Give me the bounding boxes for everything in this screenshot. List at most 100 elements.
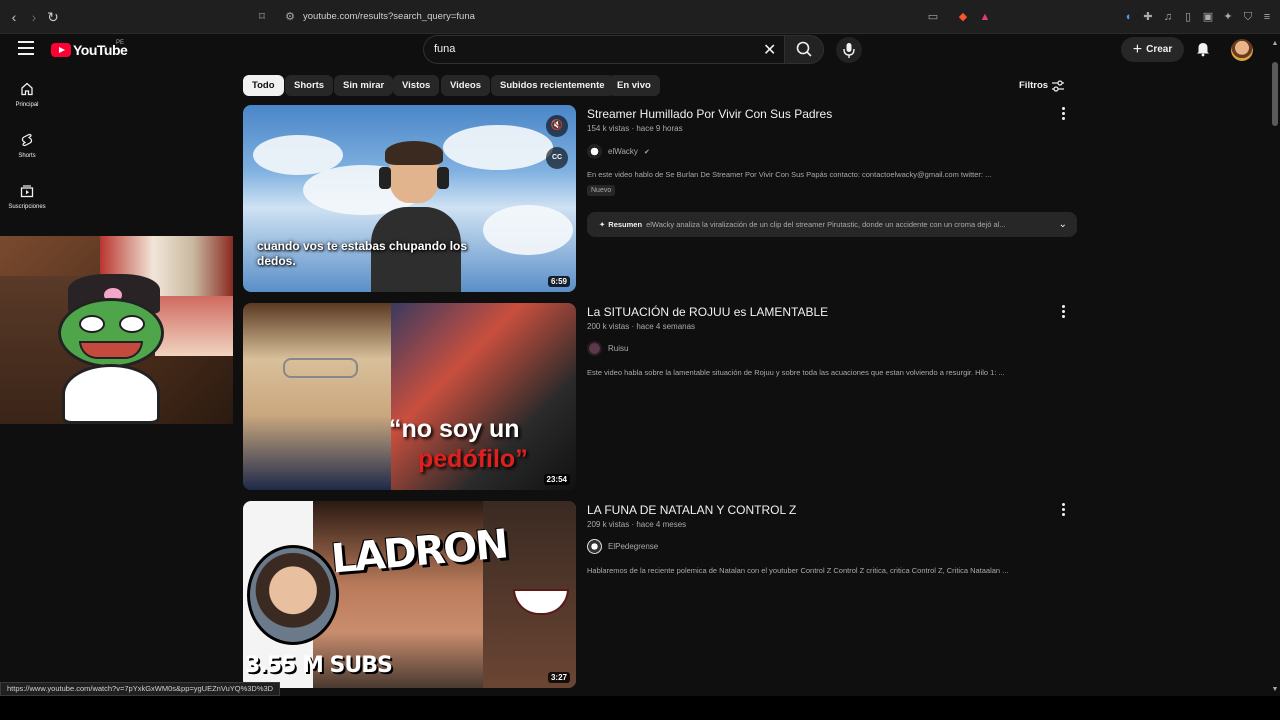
- sidebar-item-home[interactable]: Principal: [0, 82, 54, 108]
- video-thumbnail[interactable]: LADRON 3.55 M SUBS 3:27: [243, 501, 576, 688]
- more-actions-icon[interactable]: [1060, 503, 1066, 518]
- menu-icon[interactable]: [18, 41, 34, 55]
- account-avatar[interactable]: [1231, 39, 1253, 61]
- search-value[interactable]: funa: [434, 43, 455, 55]
- plus-icon: +: [1132, 40, 1143, 58]
- search-icon: [796, 41, 812, 57]
- rewards-icon[interactable]: ▲: [978, 10, 992, 24]
- mic-icon: [843, 43, 855, 58]
- summary-label: Resumen: [608, 220, 643, 229]
- link-status-bar: https://www.youtube.com/watch?v=7pYxkGxW…: [0, 682, 281, 696]
- voice-search-button[interactable]: [836, 37, 862, 63]
- video-description: Hablaremos de la reciente polemica de Na…: [587, 566, 1009, 575]
- channel-avatar[interactable]: [587, 539, 602, 554]
- chip-all[interactable]: Todo: [243, 75, 284, 96]
- url-text[interactable]: youtube.com/results?search_query=funa: [303, 11, 475, 22]
- webcam-poster: [155, 296, 233, 356]
- chip-videos[interactable]: Videos: [441, 75, 490, 96]
- browser-menu-icon[interactable]: ≡: [1260, 10, 1274, 24]
- chip-recently-uploaded[interactable]: Subidos recientemente: [491, 75, 614, 96]
- thumbnail-text-subs: 3.55 M SUBS: [245, 653, 393, 678]
- thumbnail-text-bottom: pedófilo”: [418, 445, 528, 473]
- wallet-icon[interactable]: ▣: [1201, 10, 1215, 24]
- create-label: Crear: [1146, 44, 1173, 55]
- sparkle-icon: ✦: [599, 220, 606, 229]
- subscriptions-icon: [20, 185, 34, 198]
- channel-link[interactable]: Ruisu: [587, 341, 628, 356]
- channel-name[interactable]: elWacky: [608, 147, 638, 156]
- home-icon: [21, 82, 33, 96]
- verified-icon: ✔: [643, 148, 650, 156]
- thumbnail-left-photo: [243, 303, 393, 490]
- cast-icon[interactable]: ▭: [926, 10, 940, 24]
- thumbnail-text-top: “no soy un: [389, 415, 520, 443]
- scrollbar-thumb[interactable]: [1272, 62, 1278, 126]
- webcam-overlay: [0, 236, 233, 424]
- sidebar-item-label: Principal: [15, 102, 39, 108]
- filters-icon[interactable]: [1051, 79, 1065, 93]
- sidebar-item-label: Shorts: [18, 153, 36, 159]
- chip-live[interactable]: En vivo: [608, 75, 660, 96]
- notifications-icon[interactable]: [1195, 41, 1211, 57]
- video-duration: 6:59: [547, 276, 570, 287]
- chip-shorts[interactable]: Shorts: [285, 75, 334, 96]
- music-icon[interactable]: ♫: [1161, 10, 1175, 24]
- leo-icon[interactable]: ✦: [1221, 10, 1235, 24]
- video-duration: 23:54: [543, 474, 570, 485]
- video-meta: 200 k vistas · hace 4 semanas: [587, 322, 696, 331]
- search-button[interactable]: [784, 35, 824, 64]
- chevron-down-icon[interactable]: ⌄: [1059, 219, 1067, 230]
- video-meta: 154 k vistas · hace 9 horas: [587, 124, 683, 133]
- bookmark-icon[interactable]: ⌑: [255, 10, 269, 24]
- channel-link[interactable]: ElPedegrense: [587, 539, 658, 554]
- more-actions-icon[interactable]: [1060, 305, 1066, 320]
- clear-search-icon[interactable]: ✕: [763, 40, 776, 60]
- video-title[interactable]: Streamer Humillado Por Vivir Con Sus Pad…: [587, 107, 832, 121]
- channel-link[interactable]: elWacky ✔: [587, 144, 650, 159]
- reload-icon[interactable]: ↻: [45, 9, 61, 25]
- channel-avatar[interactable]: [587, 341, 602, 356]
- bottom-bar: [0, 696, 1280, 720]
- scroll-down-icon[interactable]: ▼: [1271, 686, 1279, 693]
- video-thumbnail[interactable]: cuando vos te estabas chupando los dedos…: [243, 105, 576, 292]
- filters-button[interactable]: Filtros: [1019, 80, 1048, 91]
- site-settings-icon[interactable]: ⚙: [283, 10, 297, 24]
- sidebar-item-shorts[interactable]: Shorts: [0, 133, 54, 159]
- avatar-body: [62, 364, 160, 424]
- chip-watched[interactable]: Vistos: [393, 75, 440, 96]
- more-actions-icon[interactable]: [1060, 107, 1066, 122]
- chip-unwatched[interactable]: Sin mirar: [334, 75, 394, 96]
- streamer-figure: [371, 141, 461, 292]
- thumbnail-circle-portrait: [247, 545, 339, 645]
- video-title[interactable]: La SITUACIÓN de ROJUU es LAMENTABLE: [587, 305, 828, 319]
- forward-icon[interactable]: ›: [26, 9, 42, 25]
- extension-icon[interactable]: ◖: [1121, 10, 1135, 24]
- pepe-avatar: [58, 298, 164, 368]
- video-description: En este video hablo de Se Burlan De Stre…: [587, 170, 992, 179]
- video-duration: 3:27: [547, 672, 570, 683]
- sidebar-item-subscriptions[interactable]: Suscripciones: [0, 184, 54, 210]
- back-icon[interactable]: ‹: [6, 9, 22, 25]
- logo-country: PE: [116, 40, 125, 46]
- channel-name[interactable]: ElPedegrense: [608, 542, 658, 551]
- scroll-up-icon[interactable]: ▲: [1271, 40, 1279, 47]
- video-meta: 209 k vistas · hace 4 meses: [587, 520, 687, 529]
- captions-icon[interactable]: CC: [546, 147, 568, 169]
- mute-icon[interactable]: 🔇: [546, 115, 568, 137]
- video-title[interactable]: LA FUNA DE NATALAN Y CONTROL Z: [587, 503, 796, 517]
- page-scrollbar[interactable]: [1270, 34, 1280, 696]
- video-thumbnail[interactable]: “no soy un pedófilo” 23:54: [243, 303, 576, 490]
- shorts-icon: [21, 133, 33, 147]
- brave-shield-icon[interactable]: ◆: [956, 10, 970, 24]
- summary-panel[interactable]: ✦ Resumen elWacky analiza la viralizació…: [587, 212, 1077, 237]
- channel-avatar[interactable]: [587, 144, 602, 159]
- search-input[interactable]: [423, 35, 784, 64]
- video-description: Este video habla sobre la lamentable sit…: [587, 368, 1005, 377]
- create-button[interactable]: + Crear: [1121, 37, 1184, 62]
- sidebar-toggle-icon[interactable]: ▯: [1181, 10, 1195, 24]
- puzzle-icon[interactable]: ✚: [1141, 10, 1155, 24]
- channel-name[interactable]: Ruisu: [608, 344, 628, 353]
- vpn-icon[interactable]: ⛉: [1241, 10, 1255, 24]
- thumbnail-caption: cuando vos te estabas chupando los dedos…: [257, 239, 468, 268]
- sidebar-item-label: Suscripciones: [8, 204, 46, 210]
